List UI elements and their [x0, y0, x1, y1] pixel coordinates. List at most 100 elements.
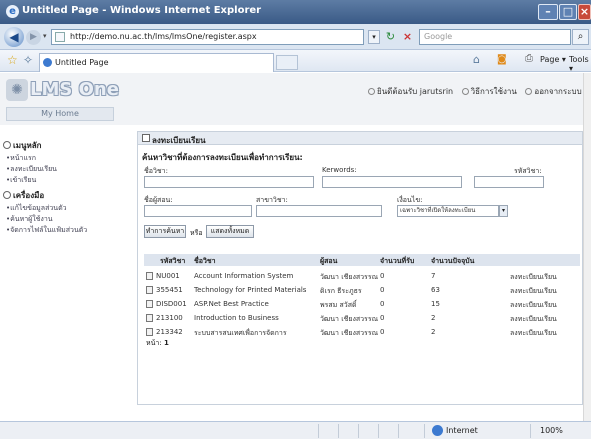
- tab-page-icon: [43, 58, 52, 67]
- cell-capacity: 0: [380, 314, 385, 322]
- welcome-link[interactable]: ยินดีต้อนรับ jarutsrin: [368, 87, 453, 96]
- address-bar[interactable]: http://demo.nu.ac.th/lms/lmsOne/register…: [51, 29, 364, 45]
- stop-icon[interactable]: ×: [400, 29, 415, 45]
- sidebar-item-edit-profile[interactable]: •แก้ไขข้อมูลส่วนตัว: [6, 203, 67, 214]
- sidebar-item-enter-class[interactable]: •เข้าเรียน: [6, 175, 36, 186]
- col-teacher: ผู้สอน: [320, 257, 338, 265]
- status-divider: [378, 424, 379, 438]
- search-subtitle: ค้นหาวิชาที่ต้องการลงทะเบียนเพื่อทำการเร…: [142, 153, 303, 162]
- minimize-button[interactable]: –: [538, 4, 558, 20]
- show-all-button[interactable]: แสดงทั้งหมด: [206, 225, 254, 238]
- table-row: DISD001 ASP.Net Best Practice พรสม สวัสด…: [144, 297, 580, 311]
- search-placeholder: Google: [424, 32, 453, 41]
- search-button[interactable]: ทำการค้นหา: [144, 225, 186, 238]
- site-header: ✺ LMS One My Home ยินดีต้อนรับ jarutsrin…: [0, 73, 591, 125]
- cell-code: 213342: [156, 328, 183, 336]
- address-dropdown-button[interactable]: ▾: [368, 30, 380, 44]
- security-zone[interactable]: Internet: [446, 426, 478, 435]
- course-code-input[interactable]: [474, 176, 544, 188]
- menu-section-icon: [3, 141, 11, 149]
- or-label: หรือ: [190, 229, 203, 237]
- window-title: Untitled Page - Windows Internet Explore…: [22, 5, 262, 16]
- course-icon: [146, 314, 153, 322]
- favorites-star-icon[interactable]: ☆: [7, 53, 18, 67]
- address-url[interactable]: http://demo.nu.ac.th/lms/lmsOne/register…: [70, 32, 257, 41]
- zoom-level[interactable]: 100%: [540, 426, 563, 435]
- register-link[interactable]: ลงทะเบียนเรียน: [510, 300, 557, 311]
- search-icon[interactable]: ⌕: [572, 29, 589, 45]
- forward-button[interactable]: ▶: [26, 30, 41, 45]
- sidebar-item-manage-files[interactable]: •จัดการไฟล์ในแฟ้มส่วนตัว: [6, 225, 87, 236]
- register-panel: ลงทะเบียนเรียน ค้นหาวิชาที่ต้องการลงทะเบ…: [137, 131, 583, 405]
- site-logo[interactable]: LMS One: [30, 79, 119, 100]
- my-home-tab-label: My Home: [41, 109, 79, 118]
- pager-label: หน้า:: [146, 339, 162, 347]
- command-bar: ☆ ✧ Untitled Page ⌂ ◙ ⎙ Page ▾ Tools ▾: [0, 50, 591, 73]
- page-scrollbar[interactable]: [583, 73, 591, 421]
- status-divider: [530, 424, 531, 438]
- table-row: 213100 Introduction to Business วัฒนา เช…: [144, 311, 580, 325]
- cell-capacity: 0: [380, 286, 385, 294]
- condition-select[interactable]: เฉพาะวิชาที่เปิดให้ลงทะเบียน: [397, 205, 499, 217]
- home-icon[interactable]: ⌂: [473, 53, 480, 66]
- cell-code: 213100: [156, 314, 183, 322]
- cell-name: Technology for Printed Materials: [194, 286, 307, 294]
- course-icon: [146, 328, 153, 336]
- my-home-tab[interactable]: My Home: [6, 107, 114, 121]
- back-button[interactable]: ◀: [4, 27, 24, 47]
- sidebar-item-search-users[interactable]: •ค้นหาผู้ใช้งาน: [6, 214, 53, 225]
- col-name: ชื่อวิชา: [194, 257, 216, 265]
- add-favorites-icon[interactable]: ✧: [23, 53, 33, 67]
- sidebar-menu-heading: เมนูหลัก: [3, 139, 42, 152]
- register-link[interactable]: ลงทะเบียนเรียน: [510, 314, 557, 325]
- keywords-input[interactable]: [322, 176, 462, 188]
- help-icon: [461, 88, 469, 95]
- sidebar-item-register[interactable]: •ลงทะเบียนเรียน: [6, 164, 57, 175]
- course-name-input[interactable]: [144, 176, 314, 188]
- search-input[interactable]: Google: [419, 29, 571, 45]
- cell-name: ระบบสารสนเทศเพื่อการจัดการ: [194, 329, 287, 337]
- sidebar-item-home[interactable]: •หน้าแรก: [6, 153, 36, 164]
- user-icon: [368, 88, 375, 95]
- tab-label: Untitled Page: [55, 58, 109, 67]
- status-divider: [358, 424, 359, 438]
- browser-tab[interactable]: Untitled Page: [39, 53, 274, 72]
- register-link[interactable]: ลงทะเบียนเรียน: [510, 272, 557, 283]
- status-bar: Internet 100%: [0, 421, 591, 439]
- window-titlebar: e Untitled Page - Windows Internet Explo…: [0, 0, 591, 24]
- page-icon: [55, 32, 65, 42]
- pager-page-1[interactable]: 1: [164, 339, 169, 347]
- logout-icon: [525, 88, 533, 95]
- print-icon[interactable]: ⎙: [525, 53, 533, 64]
- status-divider: [338, 424, 339, 438]
- cell-code: NU001: [156, 272, 180, 280]
- course-table-header: รหัสวิชา ชื่อวิชา ผู้สอน จำนวนที่รับ จำน…: [144, 254, 580, 266]
- page-content: ✺ LMS One My Home ยินดีต้อนรับ jarutsrin…: [0, 73, 591, 421]
- close-window-button[interactable]: ×: [578, 4, 591, 20]
- cell-capacity: 0: [380, 300, 385, 308]
- lms-logo-icon: ✺: [6, 79, 28, 101]
- cell-name: Account Information System: [194, 272, 294, 280]
- major-input[interactable]: [256, 205, 382, 217]
- keywords-label: Kerwords:: [322, 166, 357, 174]
- course-icon: [146, 300, 153, 308]
- col-current: จำนวนปัจจุบัน: [431, 257, 475, 265]
- new-tab-button[interactable]: [276, 55, 298, 70]
- tools-menu[interactable]: Tools ▾: [569, 55, 591, 73]
- register-link[interactable]: ลงทะเบียนเรียน: [510, 286, 557, 297]
- condition-dropdown-icon[interactable]: ▾: [499, 205, 508, 217]
- instructor-input[interactable]: [144, 205, 252, 217]
- feeds-icon[interactable]: ◙: [497, 54, 507, 65]
- logout-link[interactable]: ออกจากระบบ: [525, 87, 582, 96]
- panel-header: ลงทะเบียนเรียน: [138, 132, 582, 145]
- tools-section-icon: [3, 191, 11, 199]
- help-link[interactable]: วิธีการใช้งาน: [461, 87, 517, 96]
- history-dropdown-icon[interactable]: ▾: [43, 32, 47, 40]
- cell-current: 7: [431, 272, 436, 280]
- maximize-button[interactable]: □: [559, 4, 577, 20]
- cell-current: 15: [431, 300, 440, 308]
- page-menu[interactable]: Page ▾: [540, 55, 566, 64]
- refresh-icon[interactable]: ↻: [383, 29, 398, 45]
- status-divider: [398, 424, 399, 438]
- register-link[interactable]: ลงทะเบียนเรียน: [510, 328, 557, 339]
